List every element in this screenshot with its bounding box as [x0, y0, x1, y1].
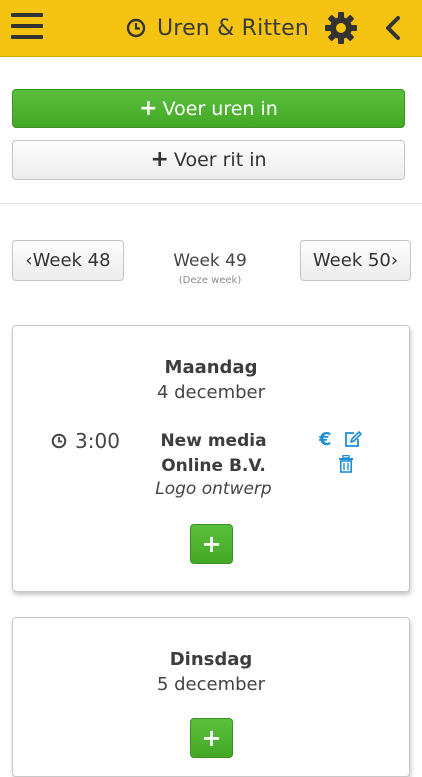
clock-icon: [126, 18, 146, 38]
chevron-left-icon: ‹: [25, 250, 33, 271]
page-title: Uren & Ritten: [157, 15, 310, 41]
day-card-tuesday: Dinsdag 5 december +: [12, 617, 410, 777]
entry-duration-value: 3:00: [75, 429, 120, 453]
entry-client: New media Online B.V.: [160, 431, 267, 476]
next-week-button[interactable]: Week 50 ›: [300, 240, 411, 281]
menu-icon[interactable]: [11, 13, 43, 39]
day-date: 4 december: [156, 382, 266, 403]
add-hours-label: Voer uren in: [162, 97, 278, 120]
chevron-right-icon: ›: [390, 250, 399, 271]
app-header: Uren & Ritten: [0, 0, 422, 57]
plus-icon: +: [139, 95, 158, 121]
entry-description: Logo ontwerp: [155, 479, 272, 499]
current-week-sublabel: (Deze week): [178, 275, 242, 286]
gear-icon[interactable]: [324, 11, 358, 45]
previous-week-button[interactable]: ‹ Week 48: [12, 240, 124, 281]
day-name: Maandag: [164, 357, 258, 378]
add-ride-label: Voer rit in: [173, 149, 267, 171]
euro-icon[interactable]: €: [319, 429, 332, 450]
day-date: 5 december: [156, 674, 266, 695]
day-name: Dinsdag: [169, 649, 253, 670]
previous-week-label: Week 48: [32, 250, 111, 271]
chevron-left-icon[interactable]: [381, 15, 405, 41]
add-entry-button[interactable]: +: [190, 524, 233, 564]
clock-icon: [51, 433, 67, 449]
current-week-label: Week 49: [173, 251, 247, 271]
plus-icon: +: [150, 147, 169, 172]
day-card-monday: Maandag 4 december 3:00 New media Online…: [12, 325, 410, 592]
entry-duration: 3:00: [51, 429, 120, 453]
add-entry-button[interactable]: +: [190, 718, 233, 758]
add-ride-button[interactable]: + Voer rit in: [12, 140, 405, 180]
plus-icon: +: [201, 530, 222, 558]
divider: [0, 203, 422, 204]
plus-icon: +: [201, 724, 222, 752]
add-hours-button[interactable]: + Voer uren in: [12, 89, 405, 128]
trash-icon[interactable]: [338, 455, 354, 473]
edit-icon[interactable]: [343, 430, 363, 448]
header-title-group: Uren & Ritten: [126, 14, 309, 42]
next-week-label: Week 50: [312, 250, 391, 271]
